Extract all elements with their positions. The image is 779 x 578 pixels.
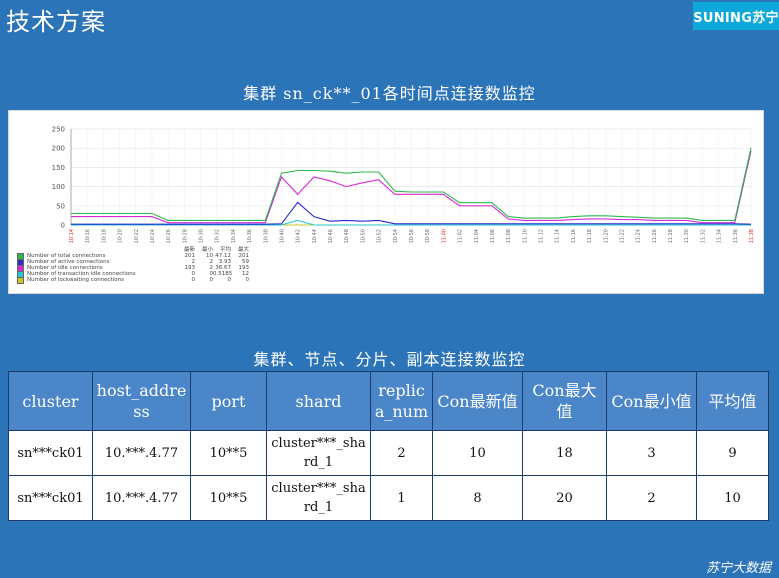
x-tick-label: 11:08 (506, 229, 512, 243)
x-tick-label: 10:32 (215, 229, 221, 243)
x-tick-label: 11:38 (749, 229, 755, 243)
table-row: sn***ck01 10.***.4.77 10**5 cluster***_s… (8, 475, 769, 521)
x-tick-label: 11:28 (668, 229, 674, 243)
col-header-con-min: Con最小值 (606, 371, 697, 431)
x-tick-label: 11:06 (490, 229, 496, 243)
x-tick-label: 10:16 (85, 229, 91, 243)
y-tick-label: 100 (52, 183, 65, 191)
legend-stat-value: 0 (191, 277, 196, 283)
col-header-average: 平均值 (696, 371, 769, 431)
x-tick-label: 10:24 (150, 229, 156, 243)
col-header-cluster: cluster (8, 371, 93, 431)
col-header-host-address: host_address (92, 371, 191, 431)
x-tick-label: 11:26 (652, 229, 658, 243)
col-header-port: port (190, 371, 267, 431)
legend-series-name: Number of lockwaiting connections (27, 277, 124, 283)
x-tick-label: 11:18 (587, 229, 593, 243)
cell-cluster: sn***ck01 (8, 475, 93, 521)
x-tick-label: 10:36 (247, 229, 253, 243)
x-tick-label: 10:48 (344, 229, 350, 243)
x-tick-label: 11:24 (636, 229, 642, 243)
cell-shard: cluster***_shard_1 (266, 475, 371, 521)
legend-stat-value: 0 (209, 277, 214, 283)
x-tick-label: 10:20 (118, 229, 124, 243)
col-header-con-max: Con最大值 (522, 371, 607, 431)
x-tick-label: 10:40 (279, 229, 285, 243)
cell-shard: cluster***_shard_1 (266, 430, 371, 476)
x-tick-label: 10:28 (182, 229, 188, 243)
cell-host-address: 10.***.4.77 (92, 475, 191, 521)
cell-average: 9 (696, 430, 769, 476)
col-header-con-latest: Con最新值 (432, 371, 523, 431)
legend-stat-value: 0 (245, 277, 250, 283)
x-tick-label: 10:52 (377, 229, 383, 243)
legend-entry: Number of lockwaiting connections 0 0 0 0 (17, 276, 250, 284)
x-tick-label: 10:58 (425, 229, 431, 243)
cell-replica-num: 2 (370, 430, 433, 476)
x-tick-label: 10:30 (199, 229, 205, 243)
cell-con-max: 18 (522, 430, 607, 476)
x-tick-label: 10:46 (328, 229, 334, 243)
connections-chart-panel: 0 50 100 150 200 250 10:14 10:16 10:18 10:20 10:22… (8, 110, 764, 294)
cell-replica-num: 1 (370, 475, 433, 521)
x-tick-label: 11:14 (555, 229, 561, 243)
suning-logo: SUNING苏宁 (693, 2, 779, 30)
x-tick-label: 11:34 (717, 229, 723, 243)
x-tick-label: 11:32 (700, 229, 706, 243)
x-tick-label: 10:34 (231, 229, 237, 243)
x-tick-label: 10:50 (360, 229, 366, 243)
x-tick-label: 10:18 (101, 229, 107, 243)
legend-swatch (17, 276, 24, 284)
cell-port: 10**5 (190, 430, 267, 476)
x-tick-label: 10:22 (134, 229, 140, 243)
x-tick-label: 10:26 (166, 229, 172, 243)
table-header-row: cluster host_address port shard replica_… (8, 371, 769, 431)
cell-con-min: 3 (606, 430, 697, 476)
x-tick-label: 10:44 (312, 229, 318, 243)
chart-legend: 最新 最小 平均 最大 Number of total connections 2… (17, 247, 250, 284)
cell-port: 10**5 (190, 475, 267, 521)
x-tick-label: 11:02 (458, 229, 464, 243)
cell-average: 10 (696, 475, 769, 521)
table-section-title: 集群、节点、分片、副本连接数监控 (253, 350, 526, 369)
x-tick-label: 11:12 (539, 229, 545, 243)
y-tick-label: 250 (52, 126, 65, 134)
x-tick-label: 11:22 (619, 229, 625, 243)
chart-section-title: 集群 sn_ck**_01各时间点连接数监控 (243, 84, 536, 103)
x-tick-label: 10:38 (263, 229, 269, 243)
x-tick-label: 11:36 (733, 229, 739, 243)
cell-con-latest: 10 (432, 430, 523, 476)
x-tick-label: 10:14 (69, 229, 75, 243)
footer-brand: 苏宁大数据 (705, 561, 771, 576)
cell-host-address: 10.***.4.77 (92, 430, 191, 476)
y-tick-label: 50 (56, 202, 65, 210)
x-tick-label: 10:42 (296, 229, 302, 243)
x-tick-label: 11:20 (603, 229, 609, 243)
col-header-shard: shard (266, 371, 371, 431)
x-tick-label: 10:56 (409, 229, 415, 243)
cell-con-latest: 8 (432, 475, 523, 521)
cell-cluster: sn***ck01 (8, 430, 93, 476)
cell-con-max: 20 (522, 475, 607, 521)
y-tick-label: 200 (52, 145, 65, 153)
x-tick-label: 10:54 (393, 229, 399, 243)
y-tick-label: 150 (52, 164, 65, 172)
x-tick-label: 11:00 (441, 229, 447, 243)
x-tick-label: 11:10 (522, 229, 528, 243)
legend-stat-value: 0 (227, 277, 232, 283)
cell-con-min: 2 (606, 475, 697, 521)
slide-title: 技术方案 (6, 8, 106, 36)
col-header-replica-num: replica_num (370, 371, 433, 431)
x-tick-label: 11:04 (474, 229, 480, 243)
x-tick-label: 11:30 (684, 229, 690, 243)
table-row: sn***ck01 10.***.4.77 10**5 cluster***_s… (8, 430, 769, 476)
y-tick-label: 0 (61, 222, 65, 230)
x-tick-label: 11:16 (571, 229, 577, 243)
connection-monitor-table: cluster host_address port shard replica_… (8, 371, 769, 521)
